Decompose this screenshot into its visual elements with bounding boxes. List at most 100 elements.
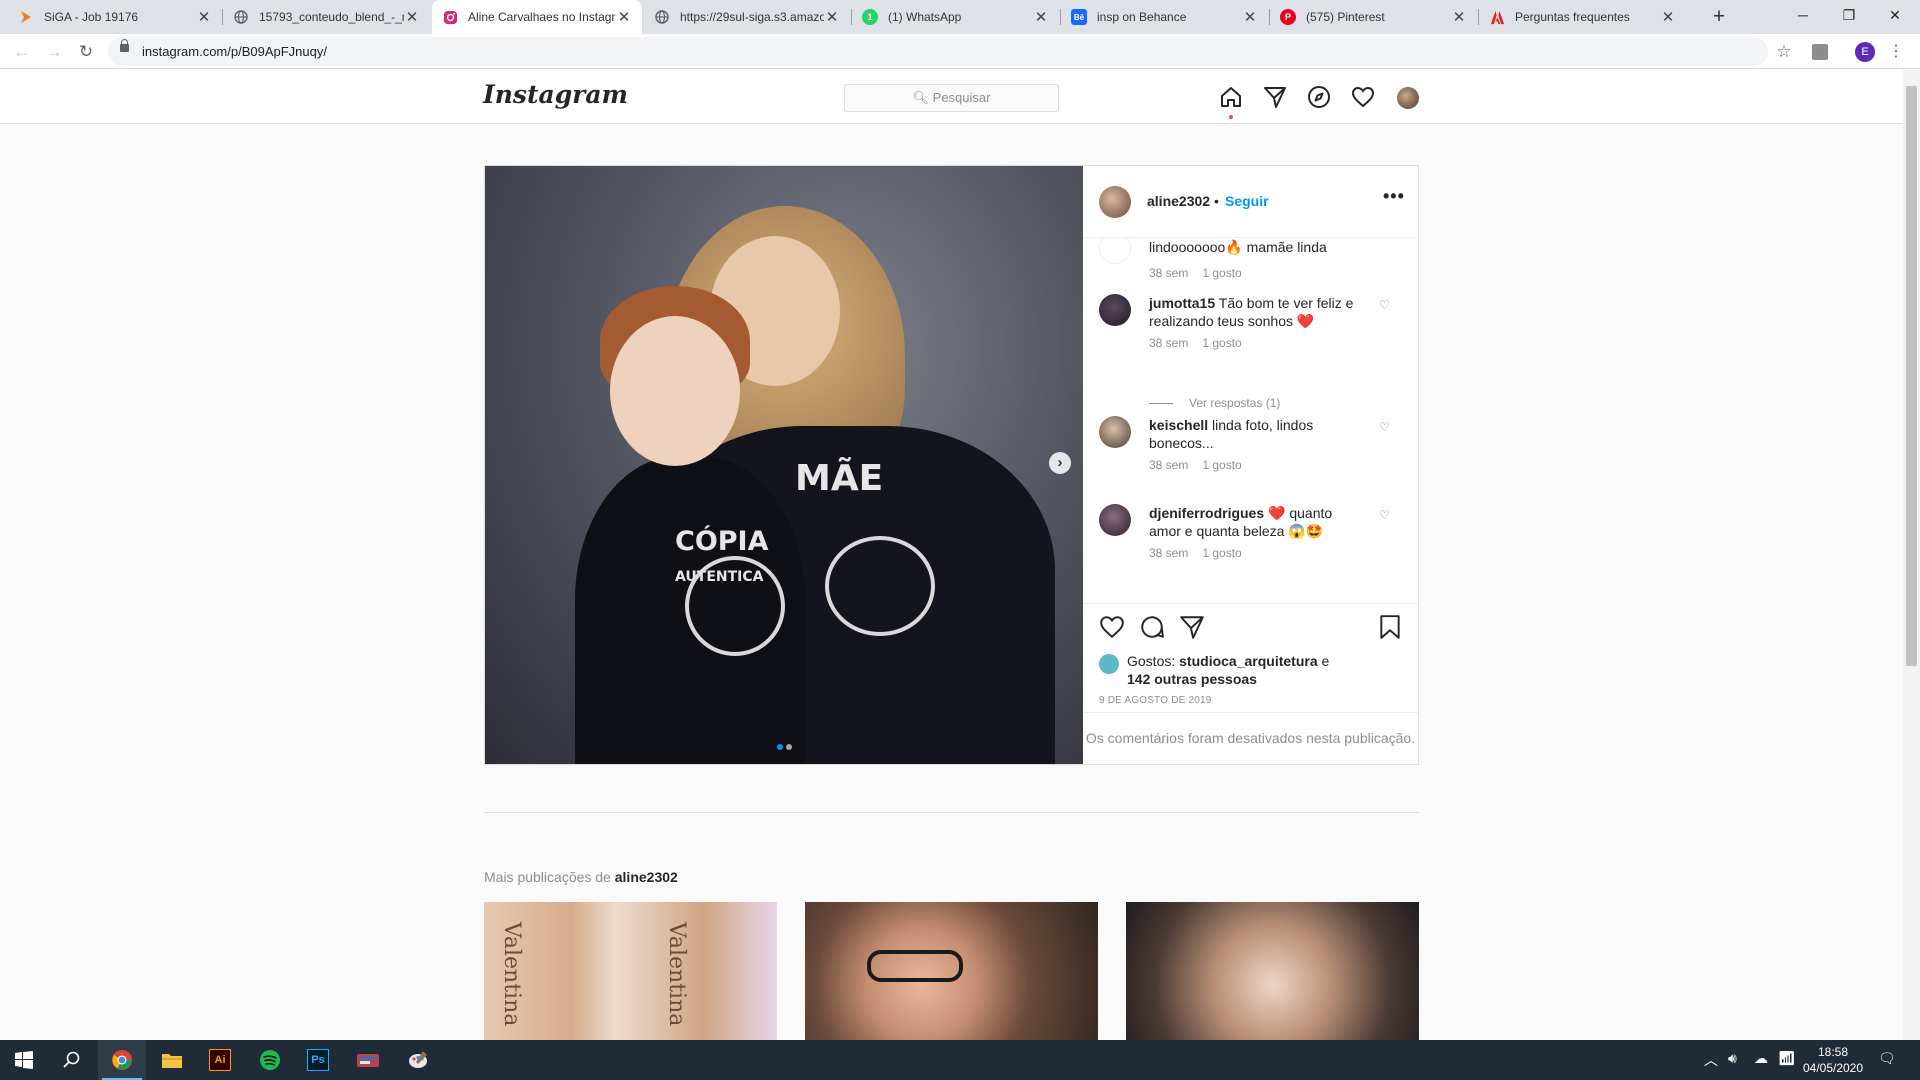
windows-start-icon[interactable] [0, 1040, 48, 1080]
more-options-icon[interactable]: ••• [1383, 186, 1405, 207]
photoshop-icon[interactable]: Ps [294, 1040, 342, 1080]
user-avatar[interactable] [1397, 87, 1419, 109]
more-posts-username[interactable]: aline2302 [615, 869, 678, 885]
taskbar-clock[interactable]: 18:58 04/05/2020 [1798, 1044, 1868, 1076]
whatsapp-icon: 1 [862, 9, 878, 25]
tab-instagram[interactable]: Aline Carvalhaes no Instagram ✕ [432, 0, 642, 34]
notifications-icon[interactable]: 🗨︎ [1878, 1050, 1896, 1067]
search-icon[interactable] [48, 1040, 96, 1080]
more-posts-heading: Mais publicações de aline2302 [484, 869, 678, 885]
comment-like-heart-icon[interactable]: ♡ [1379, 508, 1390, 522]
extension-icon[interactable] [1812, 44, 1828, 60]
next-photo-arrow[interactable]: › [1049, 452, 1071, 474]
likes-count-link[interactable]: 142 outras pessoas [1127, 671, 1257, 687]
close-tab-icon[interactable]: ✕ [404, 8, 420, 26]
behance-icon: Bē [1071, 9, 1087, 25]
close-tab-icon[interactable]: ✕ [1660, 8, 1676, 26]
tab-s3-amazon[interactable]: https://29sul-siga.s3.amazon ✕ [644, 0, 850, 34]
forward-button[interactable]: → [40, 38, 68, 66]
view-replies-link[interactable]: Ver respostas (1) [1149, 396, 1280, 410]
like-heart-icon[interactable] [1099, 614, 1125, 640]
more-post-thumbnail[interactable] [805, 902, 1098, 1040]
direct-message-icon[interactable] [1263, 85, 1287, 109]
comment-likes[interactable]: 1 gosto [1202, 546, 1241, 560]
more-post-thumbnail[interactable] [1126, 902, 1419, 1040]
comment-like-heart-icon[interactable]: ♡ [1379, 298, 1390, 312]
commenter-avatar[interactable] [1099, 504, 1131, 536]
spotify-icon[interactable] [246, 1040, 294, 1080]
explore-compass-icon[interactable] [1307, 85, 1331, 109]
scrollbar-thumb[interactable] [1906, 86, 1917, 666]
comment-likes[interactable]: 1 gosto [1202, 458, 1241, 472]
shirt-seal-graphic [825, 536, 935, 636]
siga-icon [18, 9, 34, 25]
paint-icon[interactable] [394, 1040, 442, 1080]
comment-meta: 38 sem 1 gosto [1149, 546, 1242, 560]
page-scrollbar[interactable] [1903, 70, 1920, 1040]
commenter-avatar[interactable] [1099, 238, 1131, 264]
instagram-icon [442, 9, 458, 25]
post-photo[interactable]: CÓPIA AUTENTICA MÃE › [485, 166, 1083, 764]
back-button[interactable]: ← [8, 38, 36, 66]
close-tab-icon[interactable]: ✕ [1033, 8, 1049, 26]
globe-icon [654, 9, 670, 25]
share-icon[interactable] [1179, 614, 1205, 640]
close-tab-icon[interactable]: ✕ [1451, 8, 1467, 26]
close-tab-icon[interactable]: ✕ [196, 8, 212, 26]
profile-avatar[interactable]: E [1855, 42, 1875, 62]
post-date[interactable]: 9 DE AGOSTO DE 2019 [1099, 695, 1212, 706]
activity-heart-icon[interactable] [1351, 85, 1375, 109]
file-explorer-icon[interactable] [148, 1040, 196, 1080]
instagram-logo[interactable]: Instagram [483, 80, 628, 109]
author-username[interactable]: aline2302 [1147, 193, 1210, 209]
onedrive-icon[interactable]: ☁ [1754, 1050, 1768, 1067]
reload-button[interactable]: ↻ [72, 38, 100, 66]
comment-like-heart-icon[interactable]: ♡ [1379, 420, 1390, 434]
close-tab-icon[interactable]: ✕ [616, 8, 632, 26]
notification-dot [1229, 115, 1233, 119]
tab-conteudo-blend[interactable]: 15793_conteudo_blend_-_m ✕ [223, 0, 430, 34]
browser-menu-icon[interactable]: ⋮ [1886, 38, 1906, 66]
carousel-dot-active [777, 744, 783, 750]
restore-button[interactable]: ❐ [1826, 0, 1872, 30]
close-window-button[interactable]: ✕ [1872, 0, 1918, 30]
search-input[interactable]: 🔍︎ Pesquisar [844, 84, 1059, 112]
show-hidden-icons-icon[interactable]: ︿ [1704, 1050, 1718, 1070]
address-bar[interactable]: instagram.com/p/B09ApFJnuqy/ [108, 37, 1768, 66]
post-actions: Gostos: studioca_arquitetura e 142 outra… [1083, 604, 1418, 712]
liker-username[interactable]: studioca_arquitetura [1179, 653, 1317, 669]
commenter-avatar[interactable] [1099, 294, 1131, 326]
volume-icon[interactable]: 🔊︎ [1728, 1050, 1737, 1067]
commenter-avatar[interactable] [1099, 416, 1131, 448]
comment-text: djeniferrodrigues ❤️ quanto amor e quant… [1149, 505, 1333, 539]
follow-button[interactable]: Seguir [1225, 193, 1269, 209]
close-tab-icon[interactable]: ✕ [824, 8, 840, 26]
tab-title: https://29sul-siga.s3.amazon [680, 10, 824, 24]
minimize-button[interactable]: ─ [1780, 0, 1826, 30]
windows-taskbar: Ai Ps ︿ 🔊︎ ☁ 📶︎ 18:58 04/05/2020 🗨︎ [0, 1040, 1920, 1080]
chrome-icon[interactable] [98, 1040, 146, 1080]
new-tab-button[interactable]: + [1706, 4, 1732, 30]
tab-whatsapp[interactable]: 1 (1) WhatsApp ✕ [852, 0, 1059, 34]
illustrator-icon[interactable]: Ai [196, 1040, 244, 1080]
save-bookmark-icon[interactable] [1377, 614, 1403, 640]
comment-icon[interactable] [1139, 614, 1165, 640]
tab-behance[interactable]: Bē insp on Behance ✕ [1061, 0, 1268, 34]
tab-pinterest[interactable]: P (575) Pinterest ✕ [1270, 0, 1477, 34]
page-viewport: Instagram 🔍︎ Pesquisar CÓPIA AUTENTICA MÃ… [0, 70, 1903, 1040]
tab-siga[interactable]: SiGA - Job 19176 ✕ [8, 0, 222, 34]
tab-perguntas[interactable]: Perguntas frequentes ✕ [1479, 0, 1686, 34]
comment-likes[interactable]: 1 gosto [1202, 336, 1241, 350]
network-icon[interactable]: 📶︎ [1778, 1050, 1796, 1067]
close-tab-icon[interactable]: ✕ [1242, 8, 1258, 26]
comments-list: lindooooooo🔥 mamãe linda 38 sem1 gosto ♡… [1083, 238, 1418, 604]
more-post-thumbnail[interactable]: Valentina Valentina [484, 902, 777, 1040]
comment-likes[interactable]: 1 gosto [1202, 266, 1241, 280]
home-icon[interactable] [1219, 85, 1243, 109]
bookmark-star-icon[interactable]: ☆ [1772, 38, 1796, 66]
adobe-icon [1489, 9, 1505, 25]
author-avatar[interactable] [1099, 186, 1131, 218]
app-icon[interactable] [344, 1040, 392, 1080]
tab-title: 15793_conteudo_blend_-_m [259, 10, 404, 24]
liker-avatar[interactable] [1099, 654, 1119, 674]
